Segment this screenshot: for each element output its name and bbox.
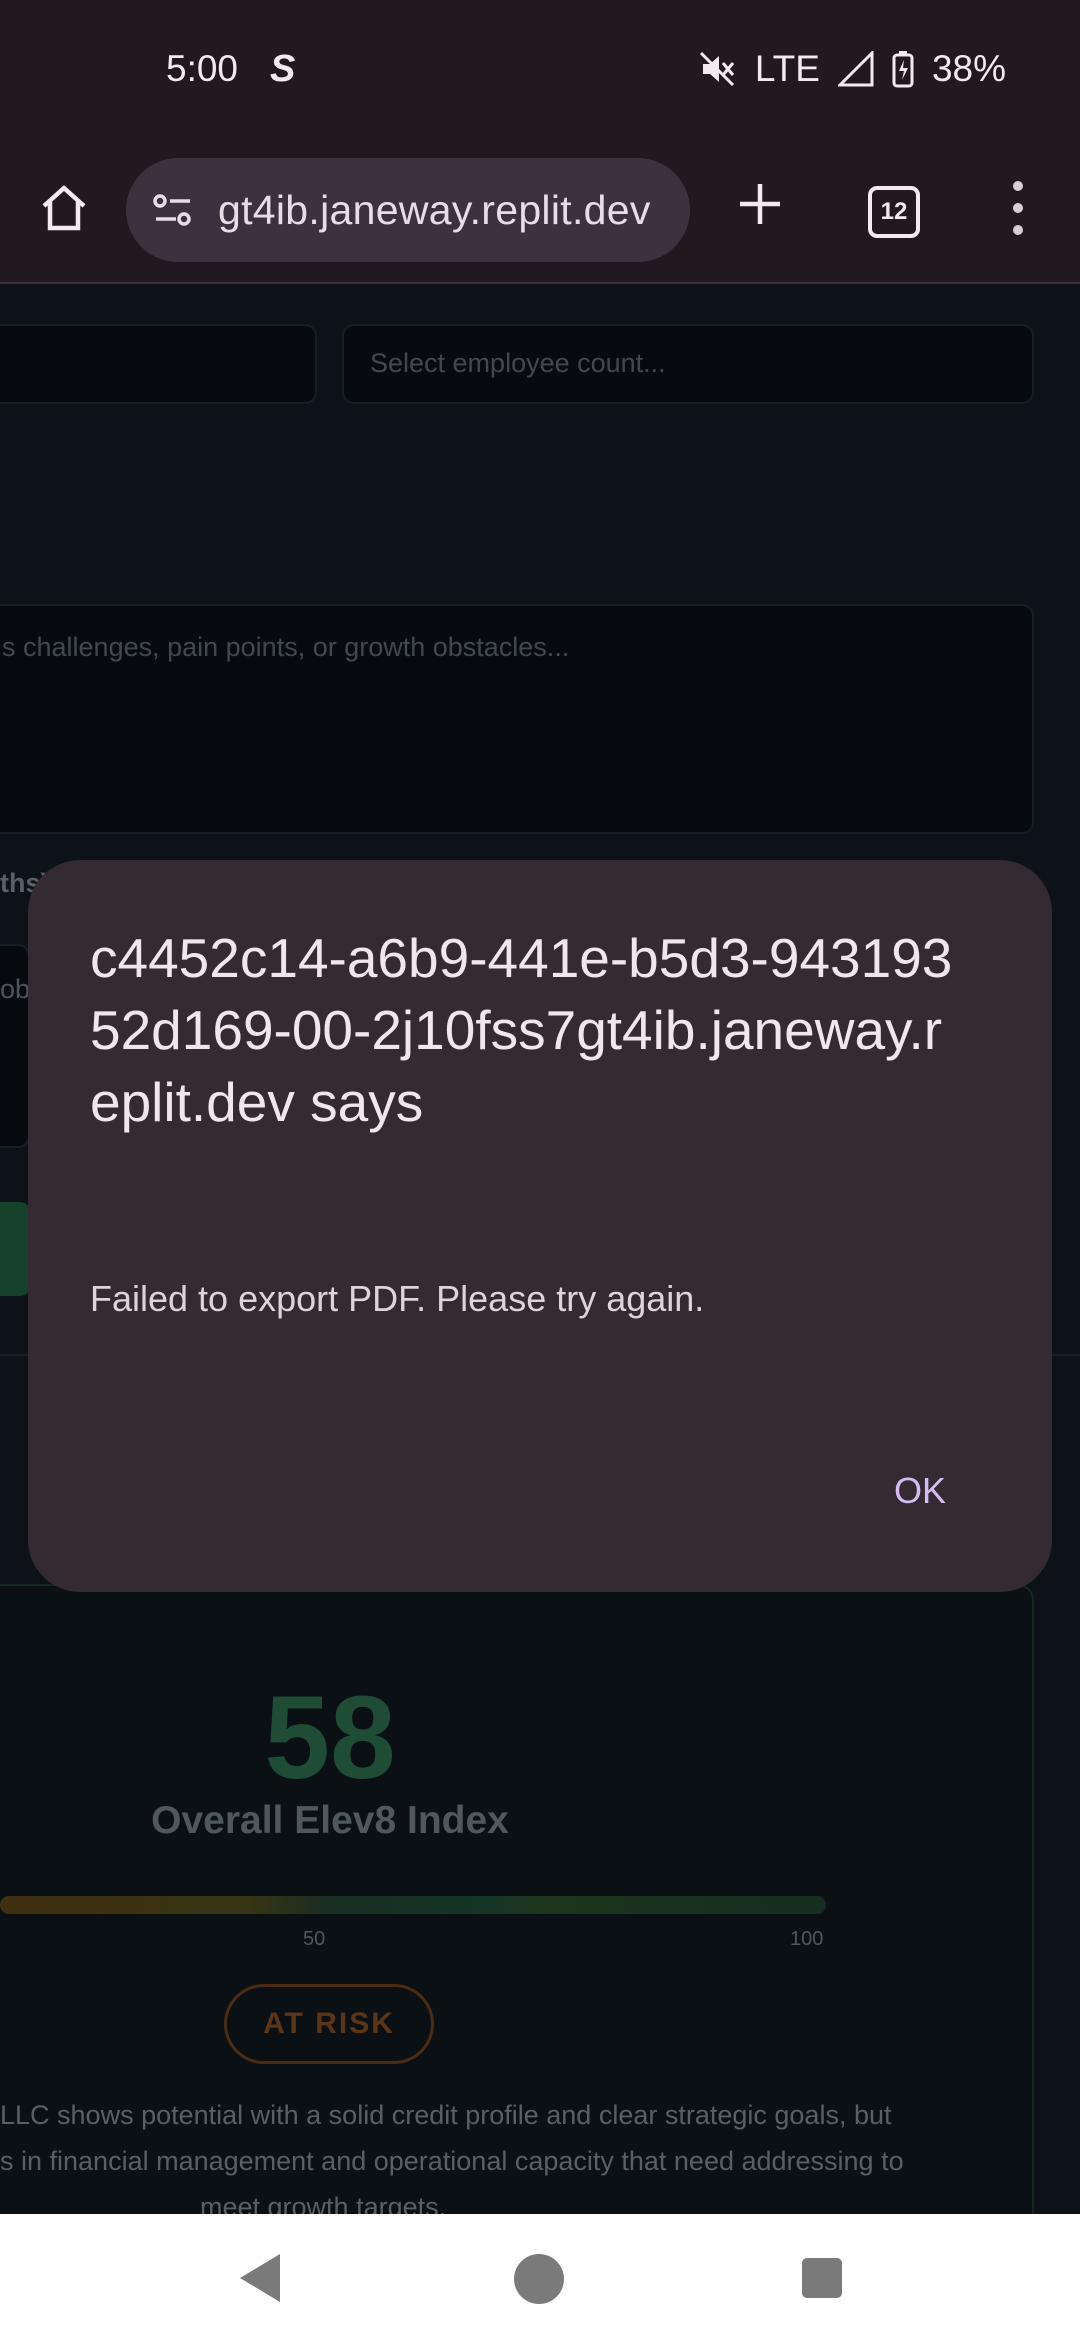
navigation-bar [0,2214,1080,2340]
battery-charging-icon [892,50,914,88]
mute-icon [697,49,737,89]
tab-switcher-button[interactable]: 12 [868,186,920,238]
battery-percent: 38% [931,48,1006,89]
home-button[interactable] [36,180,92,236]
new-tab-button[interactable] [732,176,788,232]
more-vert-icon [1013,181,1023,235]
browser-toolbar: gt4ib.janeway.replit.dev 12 [0,140,1080,284]
notification-app-icon: S [270,48,296,90]
signal-icon [837,51,874,87]
site-settings-icon[interactable] [150,187,196,233]
dialog-message: Failed to export PDF. Please try again. [90,1278,705,1319]
more-menu-button[interactable] [1006,176,1030,240]
back-icon[interactable] [236,2252,282,2304]
status-time: 5:00 [166,48,239,89]
ok-button[interactable]: OK [860,1456,980,1526]
status-indicators: LTE 38% [697,48,1006,90]
status-bar: 5:00 S LTE 38% [0,0,1080,140]
dialog-title: c4452c14-a6b9-441e-b5d3-94319352d169-00-… [90,927,953,1133]
network-type: LTE [754,48,820,89]
alert-dialog: c4452c14-a6b9-441e-b5d3-94319352d169-00-… [28,860,1052,1592]
plus-icon [740,184,780,224]
home-icon [42,185,86,231]
address-bar[interactable]: gt4ib.janeway.replit.dev [126,158,690,262]
recents-icon[interactable] [802,2258,842,2298]
url-text[interactable]: gt4ib.janeway.replit.dev [218,187,678,234]
home-nav-icon[interactable] [514,2254,564,2304]
